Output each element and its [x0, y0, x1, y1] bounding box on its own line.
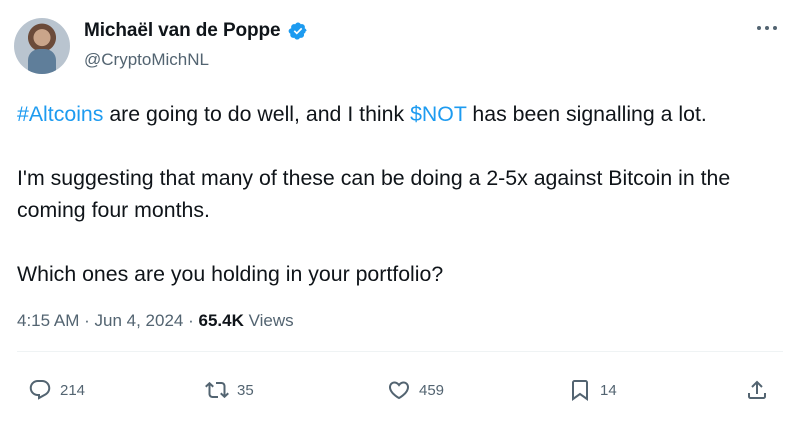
views-label: Views — [248, 311, 294, 330]
author-name[interactable]: Michaël van de Poppe — [84, 20, 281, 42]
like-icon — [388, 381, 410, 400]
tweet-card: Michaël van de Poppe @CryptoMichNL #Altc… — [0, 0, 800, 427]
tweet-time[interactable]: 4:15 AM — [17, 311, 79, 330]
like-count: 459 — [419, 381, 445, 399]
share-icon[interactable] — [745, 378, 769, 402]
cashtag-link-not[interactable]: $NOT — [410, 102, 466, 126]
retweet-button[interactable]: 35 — [205, 378, 254, 402]
divider — [17, 351, 783, 352]
bookmark-count: 14 — [600, 381, 617, 399]
author-name-row: Michaël van de Poppe — [84, 20, 308, 42]
tweet-text: #Altcoins are going to do well, and I th… — [17, 98, 787, 290]
like-button[interactable]: 459 — [387, 378, 444, 402]
bookmark-icon — [572, 380, 588, 401]
tweet-paragraph: #Altcoins are going to do well, and I th… — [17, 98, 787, 130]
more-icon — [757, 26, 777, 30]
verified-badge-icon — [288, 22, 307, 40]
tweet-meta: 4:15 AM · Jun 4, 2024 · 65.4K Views — [17, 311, 294, 331]
reply-button[interactable]: 214 — [28, 378, 85, 402]
tweet-paragraph: Which ones are you holding in your portf… — [17, 262, 444, 286]
meta-separator: · — [84, 311, 90, 330]
reply-count: 214 — [60, 381, 86, 399]
reply-icon — [29, 380, 51, 400]
retweet-count: 35 — [237, 381, 254, 399]
author-handle[interactable]: @CryptoMichNL — [84, 50, 209, 70]
hashtag-link-altcoins[interactable]: #Altcoins — [17, 102, 103, 126]
views-count: 65.4K — [198, 311, 244, 330]
retweet-icon — [205, 381, 229, 399]
more-button[interactable] — [752, 18, 782, 38]
tweet-date[interactable]: Jun 4, 2024 — [95, 311, 184, 330]
tweet-text-segment: are going to do well, and I think — [103, 102, 411, 126]
meta-separator: · — [188, 311, 194, 330]
tweet-text-segment: has been signalling a lot. — [466, 102, 707, 126]
tweet-paragraph: I'm suggesting that many of these can be… — [17, 166, 731, 222]
avatar[interactable] — [14, 18, 70, 74]
bookmark-button[interactable]: 14 — [568, 378, 617, 402]
